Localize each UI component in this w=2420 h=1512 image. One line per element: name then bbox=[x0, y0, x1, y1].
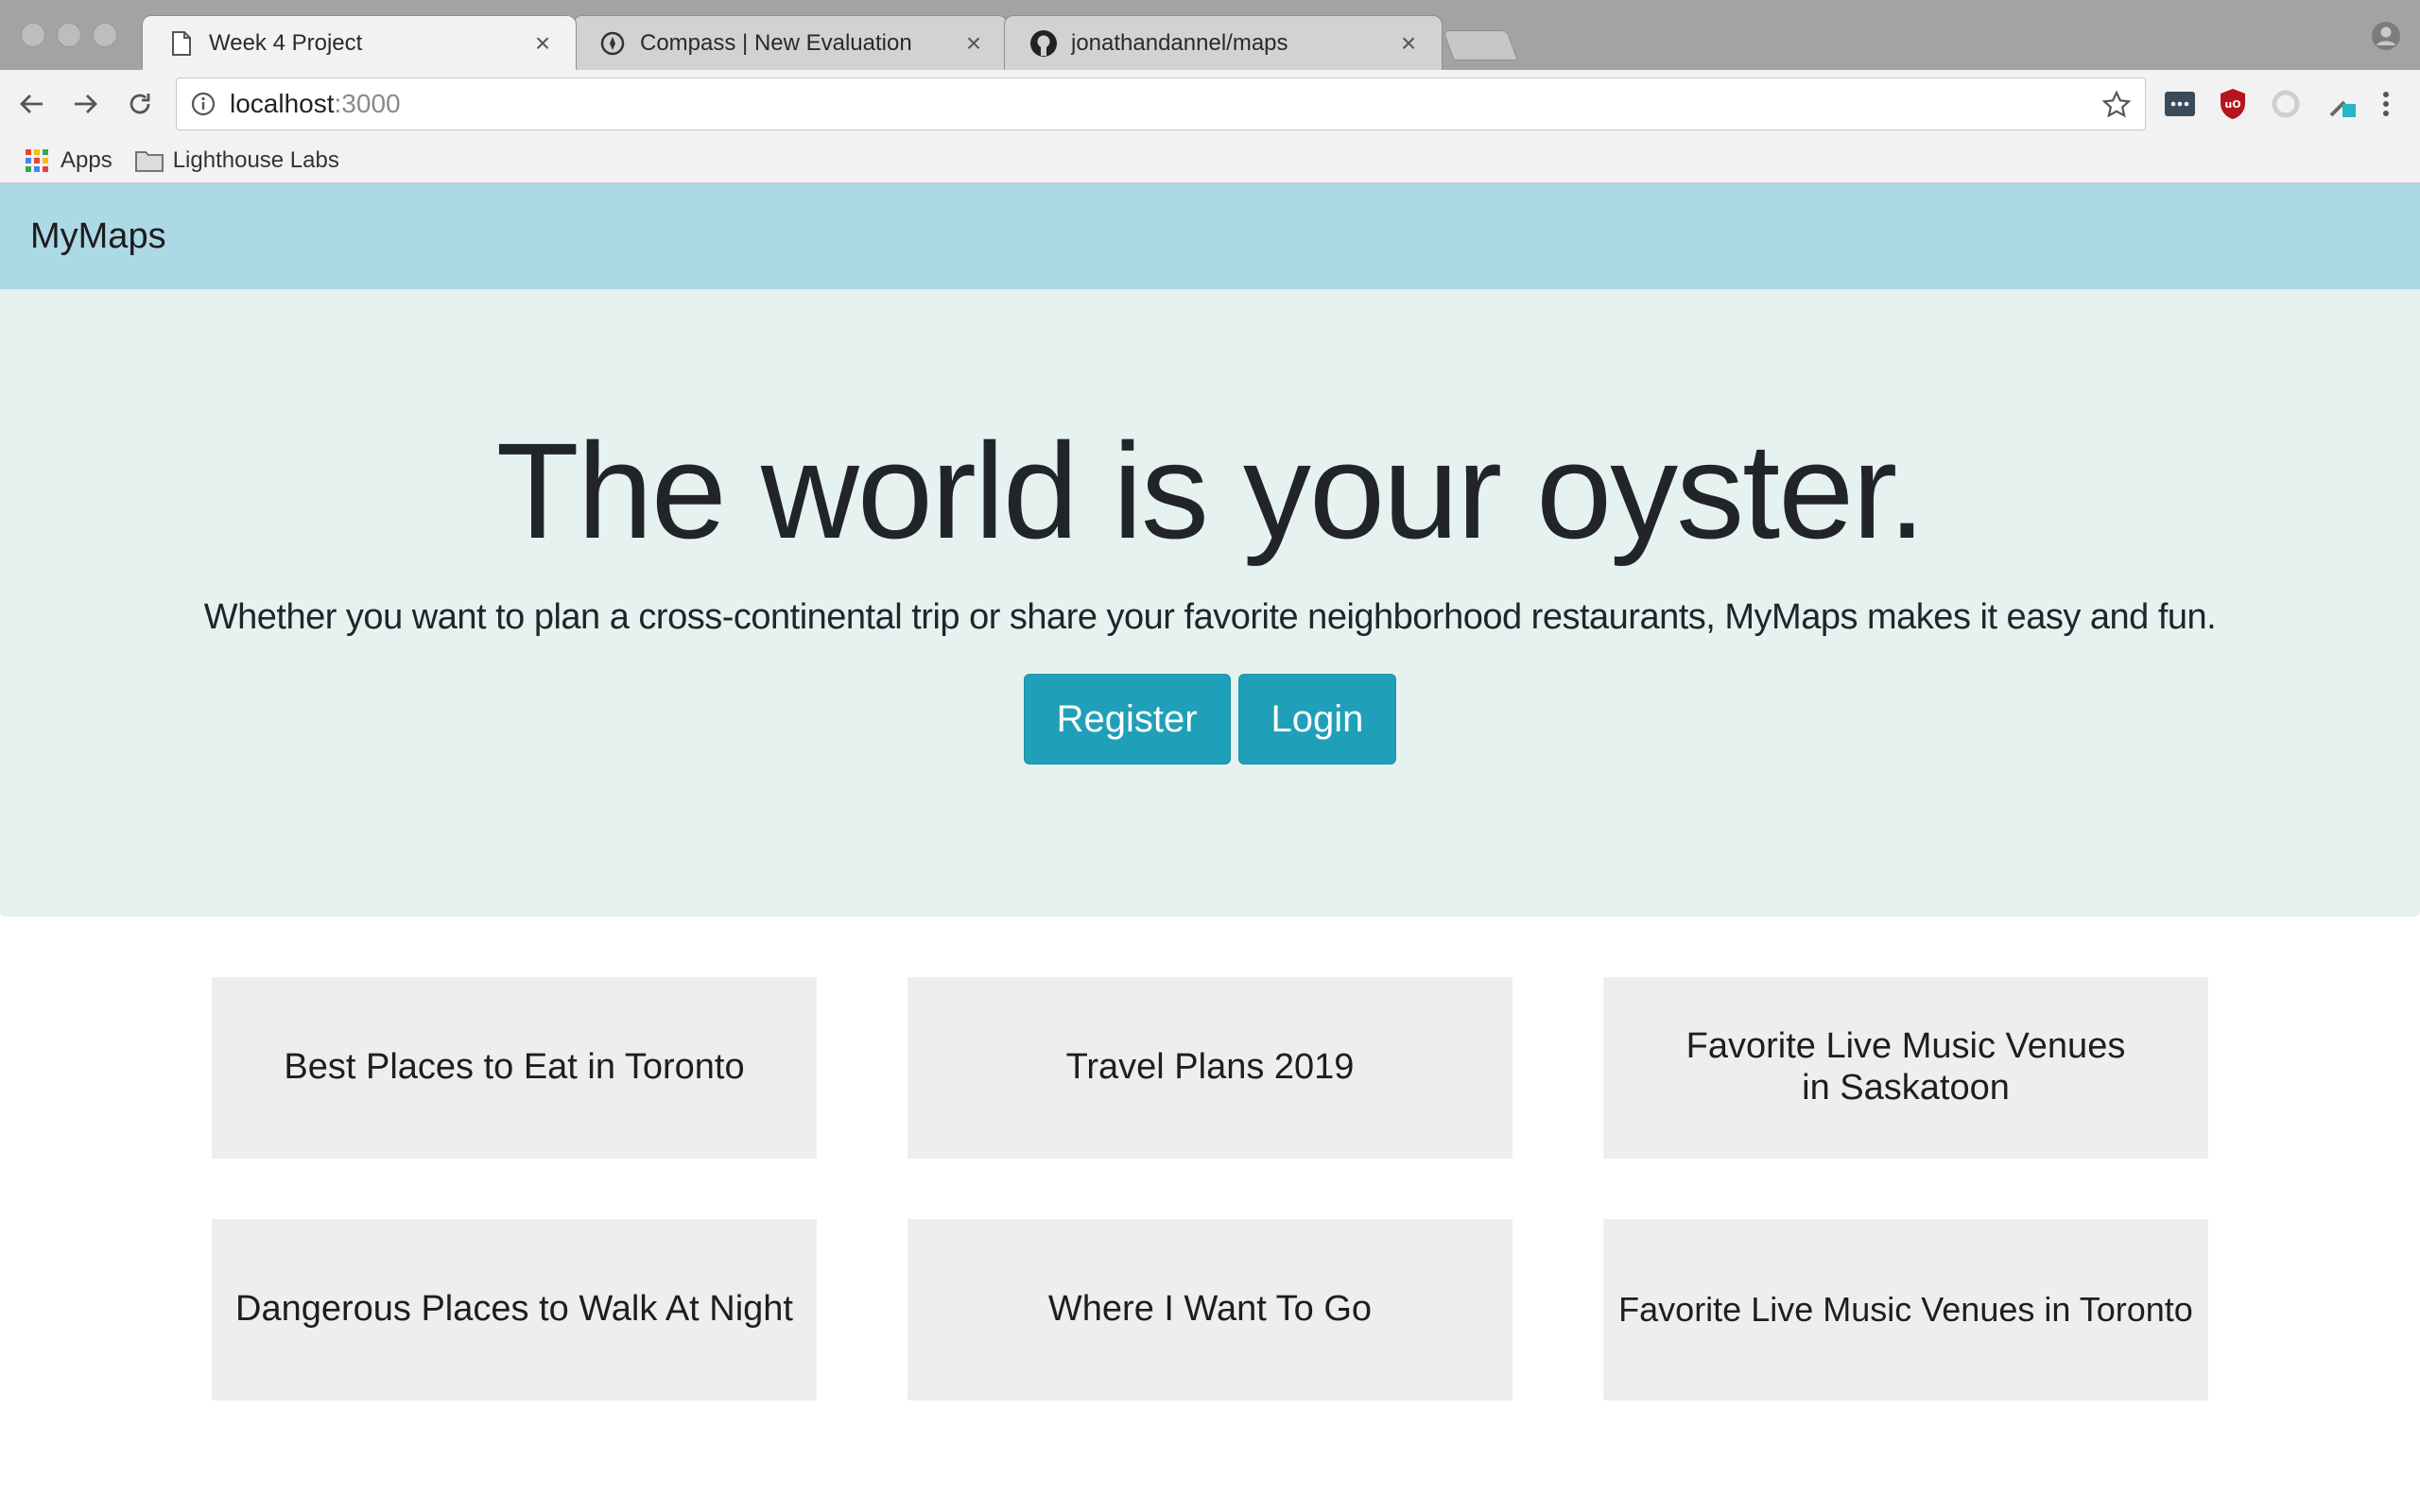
map-card[interactable]: Where I Want To Go bbox=[908, 1219, 1512, 1400]
map-cards-grid: Best Places to Eat in Toronto Travel Pla… bbox=[212, 977, 2208, 1400]
back-arrow-icon[interactable] bbox=[15, 87, 49, 121]
close-window-button[interactable] bbox=[21, 23, 45, 47]
tab-title: jonathandannel/maps bbox=[1071, 29, 1288, 56]
info-icon[interactable] bbox=[190, 91, 216, 117]
bookmark-label: Apps bbox=[60, 146, 112, 173]
minimize-window-button[interactable] bbox=[57, 23, 81, 47]
password-manager-icon[interactable] bbox=[2163, 87, 2197, 121]
close-tab-icon[interactable]: × bbox=[528, 28, 557, 59]
url-host: localhost bbox=[230, 89, 335, 118]
tab-title: Compass | New Evaluation bbox=[640, 29, 912, 56]
new-tab-button[interactable] bbox=[1443, 30, 1518, 60]
bookmarks-bar: Apps Lighthouse Labs bbox=[0, 138, 2420, 183]
map-card[interactable]: Best Places to Eat in Toronto bbox=[212, 977, 817, 1159]
url-port: :3000 bbox=[334, 89, 401, 118]
menu-kebab-icon[interactable] bbox=[2369, 87, 2403, 121]
extension-swirl-icon[interactable] bbox=[2269, 87, 2303, 121]
map-card-title: Best Places to Eat in Toronto bbox=[284, 1047, 745, 1088]
map-card-title: Where I Want To Go bbox=[1047, 1289, 1373, 1330]
tab-compass[interactable]: Compass | New Evaluation × bbox=[573, 15, 1008, 70]
page-content: MyMaps The world is your oyster. Whether… bbox=[0, 183, 2420, 1512]
folder-icon bbox=[134, 146, 164, 175]
bookmark-star-icon[interactable] bbox=[2101, 90, 2132, 120]
github-icon bbox=[1029, 29, 1058, 58]
bookmark-label: Lighthouse Labs bbox=[172, 146, 339, 173]
tab-title: Week 4 Project bbox=[209, 29, 363, 56]
bookmark-lighthouse-labs[interactable]: Lighthouse Labs bbox=[134, 146, 339, 175]
hero-title: The world is your oyster. bbox=[495, 415, 1927, 567]
profile-icon[interactable] bbox=[2371, 21, 2401, 51]
apps-grid-icon bbox=[23, 146, 51, 175]
close-tab-icon[interactable]: × bbox=[1394, 28, 1423, 59]
close-tab-icon[interactable]: × bbox=[959, 28, 988, 59]
map-card-title: Favorite Live Music Venues in Toronto bbox=[1618, 1290, 2193, 1330]
hero-subtitle: Whether you want to plan a cross-contine… bbox=[203, 597, 2217, 637]
ublock-shield-icon[interactable]: uO bbox=[2216, 87, 2250, 121]
hero-jumbotron: The world is your oyster. Whether you wa… bbox=[0, 289, 2420, 917]
map-card-title: Favorite Live Music Venues in Saskatoon bbox=[1685, 1026, 2126, 1108]
reload-icon[interactable] bbox=[123, 87, 157, 121]
browser-tab-strip: Week 4 Project × Compass | New Evaluatio… bbox=[0, 0, 2420, 70]
document-icon bbox=[167, 29, 196, 58]
address-bar[interactable]: localhost:3000 bbox=[176, 77, 2146, 130]
register-button[interactable]: Register bbox=[1023, 674, 1231, 765]
svg-text:uO: uO bbox=[2224, 98, 2240, 111]
forward-arrow-icon[interactable] bbox=[68, 87, 102, 121]
eyedropper-extension-icon[interactable] bbox=[2325, 87, 2360, 121]
site-navbar: MyMaps bbox=[0, 183, 2420, 289]
map-card-title: Dangerous Places to Walk At Night bbox=[235, 1289, 793, 1330]
bookmark-apps[interactable]: Apps bbox=[23, 146, 112, 175]
login-button[interactable]: Login bbox=[1237, 674, 1397, 765]
brand-logo[interactable]: MyMaps bbox=[30, 216, 166, 257]
tab-github[interactable]: jonathandannel/maps × bbox=[1004, 15, 1443, 70]
map-card[interactable]: Favorite Live Music Venues in Saskatoon bbox=[1603, 977, 2208, 1159]
map-card[interactable]: Travel Plans 2019 bbox=[908, 977, 1512, 1159]
hero-actions: Register Login bbox=[0, 674, 2420, 765]
map-card[interactable]: Favorite Live Music Venues in Toronto bbox=[1603, 1219, 2208, 1400]
map-card[interactable]: Dangerous Places to Walk At Night bbox=[212, 1219, 817, 1400]
map-card-title: Travel Plans 2019 bbox=[1065, 1047, 1355, 1088]
maximize-window-button[interactable] bbox=[93, 23, 117, 47]
tab-week-4-project[interactable]: Week 4 Project × bbox=[142, 15, 577, 70]
compass-icon bbox=[598, 29, 627, 58]
browser-toolbar: localhost:3000 uO bbox=[0, 70, 2420, 138]
